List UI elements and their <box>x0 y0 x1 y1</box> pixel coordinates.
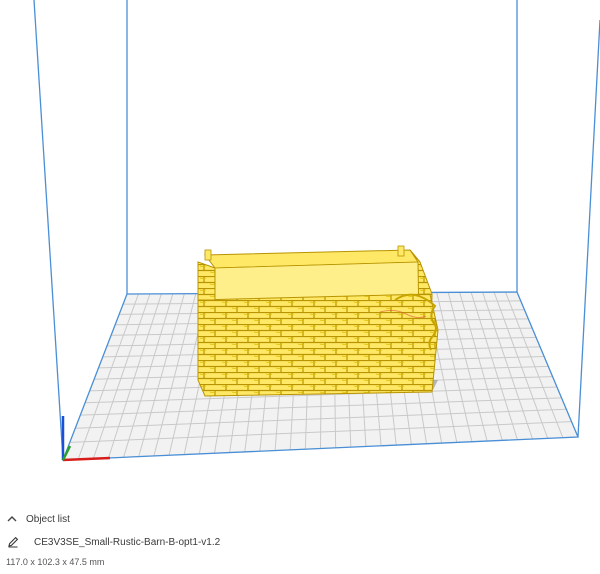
chevron-up-icon[interactable] <box>6 513 18 525</box>
3d-viewport[interactable] <box>0 0 600 500</box>
model-dimensions: 117.0 x 102.3 x 47.5 mm <box>6 557 105 567</box>
object-list-panel: Object list CE3V3SE_Small-Rustic-Barn-B-… <box>0 500 600 574</box>
pencil-icon[interactable] <box>6 535 20 549</box>
object-list-item[interactable]: CE3V3SE_Small-Rustic-Barn-B-opt1-v1.2 <box>6 535 220 549</box>
scene-canvas[interactable] <box>0 0 600 500</box>
file-name: CE3V3SE_Small-Rustic-Barn-B-opt1-v1.2 <box>34 536 221 548</box>
object-list-toggle[interactable]: Object list <box>6 512 70 526</box>
barn-model[interactable] <box>197 245 439 397</box>
object-list-label: Object list <box>26 513 70 525</box>
